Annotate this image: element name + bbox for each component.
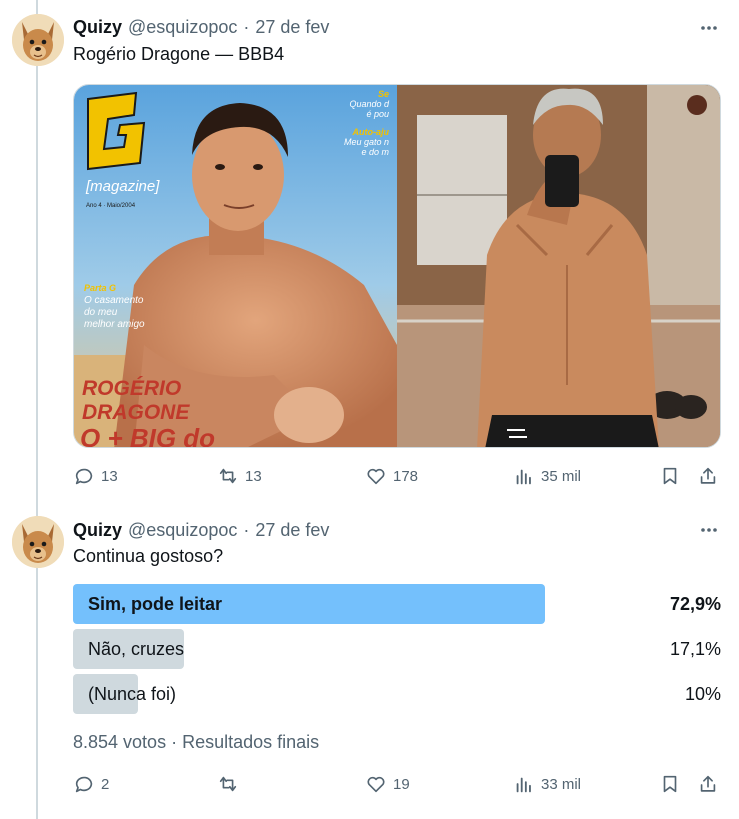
- cover-name-2: DRAGONE: [82, 401, 190, 424]
- views-count: 35 mil: [541, 467, 582, 485]
- tweet-actions: 13 13 178 35 mil: [73, 460, 721, 492]
- tweet-text: Continua gostoso?: [73, 546, 224, 566]
- author-handle[interactable]: @esquizopoc: [128, 520, 237, 541]
- retweet-button[interactable]: 13: [217, 460, 262, 492]
- like-count: 19: [393, 775, 410, 793]
- like-icon: [367, 776, 385, 793]
- avatar[interactable]: [12, 516, 64, 568]
- poll-option-percent: 10%: [684, 684, 721, 704]
- reply-count: 2: [101, 775, 110, 793]
- tweet-header: Quizy @esquizopoc · 27 de fev: [73, 15, 329, 39]
- tweet-header: Quizy @esquizopoc · 27 de fev: [73, 518, 329, 542]
- retweet-icon: [219, 776, 237, 792]
- poll-option-percent: 72,9%: [669, 594, 721, 614]
- views-button[interactable]: 35 mil: [513, 460, 581, 492]
- cover-corner-line: Quando d: [349, 99, 390, 109]
- author-name[interactable]: Quizy: [73, 520, 122, 541]
- like-button[interactable]: 178: [365, 460, 418, 492]
- poll-status: Resultados finais: [182, 732, 320, 752]
- poll-option-label: Sim, pode leitar: [88, 594, 223, 614]
- avatar[interactable]: [12, 14, 64, 66]
- retweet-button[interactable]: [217, 768, 245, 800]
- magazine-cover-image[interactable]: [magazine] Ano 4 · Maio/2004 Se Quando d…: [74, 85, 397, 447]
- tweet-text: Rogério Dragone — BBB4: [73, 44, 285, 64]
- separator-dot: ·: [243, 16, 250, 37]
- views-icon: [516, 469, 531, 485]
- bookmark-icon: [663, 467, 677, 485]
- share-button[interactable]: [697, 768, 719, 800]
- poll-option-label: (Nunca foi): [88, 684, 177, 704]
- poll-option: Não, cruzes 17,1%: [73, 629, 721, 669]
- cover-tag: O + BIG do: [80, 423, 215, 448]
- poll: Sim, pode leitar 72,9% Não, cruzes 17,1%…: [73, 584, 721, 719]
- cover-corner-line: Auto-aju: [352, 127, 390, 137]
- retweet-count: 13: [245, 467, 262, 485]
- cover-corner-line: e do m: [361, 147, 389, 157]
- tweet-media[interactable]: [magazine] Ano 4 · Maio/2004 Se Quando d…: [73, 84, 721, 448]
- dog-avatar-icon: [12, 516, 64, 568]
- cover-corner-line: Meu gato n: [344, 137, 389, 147]
- tweet-date[interactable]: 27 de fev: [255, 520, 329, 541]
- dog-avatar-icon: [12, 14, 64, 66]
- magazine-sub: [magazine]: [85, 178, 160, 195]
- reply-count: 13: [101, 467, 118, 485]
- author-handle[interactable]: @esquizopoc: [128, 17, 237, 38]
- reply-button[interactable]: 2: [73, 768, 109, 800]
- like-icon: [367, 468, 385, 485]
- poll-meta: 8.854 votos · Resultados finais: [73, 732, 319, 753]
- bookmark-icon: [663, 775, 677, 793]
- cover-teaser-line: melhor amigo: [84, 319, 145, 330]
- author-name[interactable]: Quizy: [73, 17, 122, 38]
- share-icon: [700, 775, 716, 792]
- poll-option: (Nunca foi) 10%: [73, 674, 721, 714]
- magazine-issue: Ano 4 · Maio/2004: [86, 203, 136, 209]
- tweet-date[interactable]: 27 de fev: [255, 17, 329, 38]
- like-button[interactable]: 19: [365, 768, 410, 800]
- cover-corner-line: Se: [378, 89, 389, 99]
- bookmark-button[interactable]: [659, 768, 681, 800]
- separator-dot: ·: [171, 732, 183, 752]
- tweet-2[interactable]: Quizy @esquizopoc · 27 de fev Continua g…: [0, 508, 739, 819]
- tweet-actions: 2 19 33 mil: [73, 768, 721, 800]
- cover-name-1: ROGÉRIO: [82, 377, 181, 400]
- like-count: 178: [393, 467, 419, 485]
- poll-votes: 8.854 votos: [73, 732, 167, 752]
- tweet-1[interactable]: Quizy @esquizopoc · 27 de fev Rogério Dr…: [0, 0, 739, 508]
- reply-icon: [75, 776, 93, 793]
- more-icon[interactable]: [697, 16, 721, 40]
- cover-corner-line: é pou: [366, 109, 389, 119]
- reply-button[interactable]: 13: [73, 460, 118, 492]
- cover-teaser-line: O casamento: [84, 295, 144, 306]
- separator-dot: ·: [243, 519, 250, 540]
- views-button[interactable]: 33 mil: [513, 768, 581, 800]
- poll-option-label: Não, cruzes: [88, 639, 185, 659]
- selfie-image[interactable]: [397, 85, 720, 447]
- poll-option: Sim, pode leitar 72,9%: [73, 584, 721, 624]
- share-icon: [700, 467, 716, 484]
- reply-icon: [75, 468, 93, 485]
- views-count: 33 mil: [541, 775, 582, 793]
- more-icon[interactable]: [697, 518, 721, 542]
- cover-teaser-line: Parta G: [84, 283, 116, 293]
- cover-teaser-line: do meu: [84, 307, 118, 318]
- poll-option-percent: 17,1%: [669, 639, 721, 659]
- retweet-icon: [219, 468, 237, 484]
- share-button[interactable]: [697, 460, 719, 492]
- bookmark-button[interactable]: [659, 460, 681, 492]
- views-icon: [516, 777, 531, 793]
